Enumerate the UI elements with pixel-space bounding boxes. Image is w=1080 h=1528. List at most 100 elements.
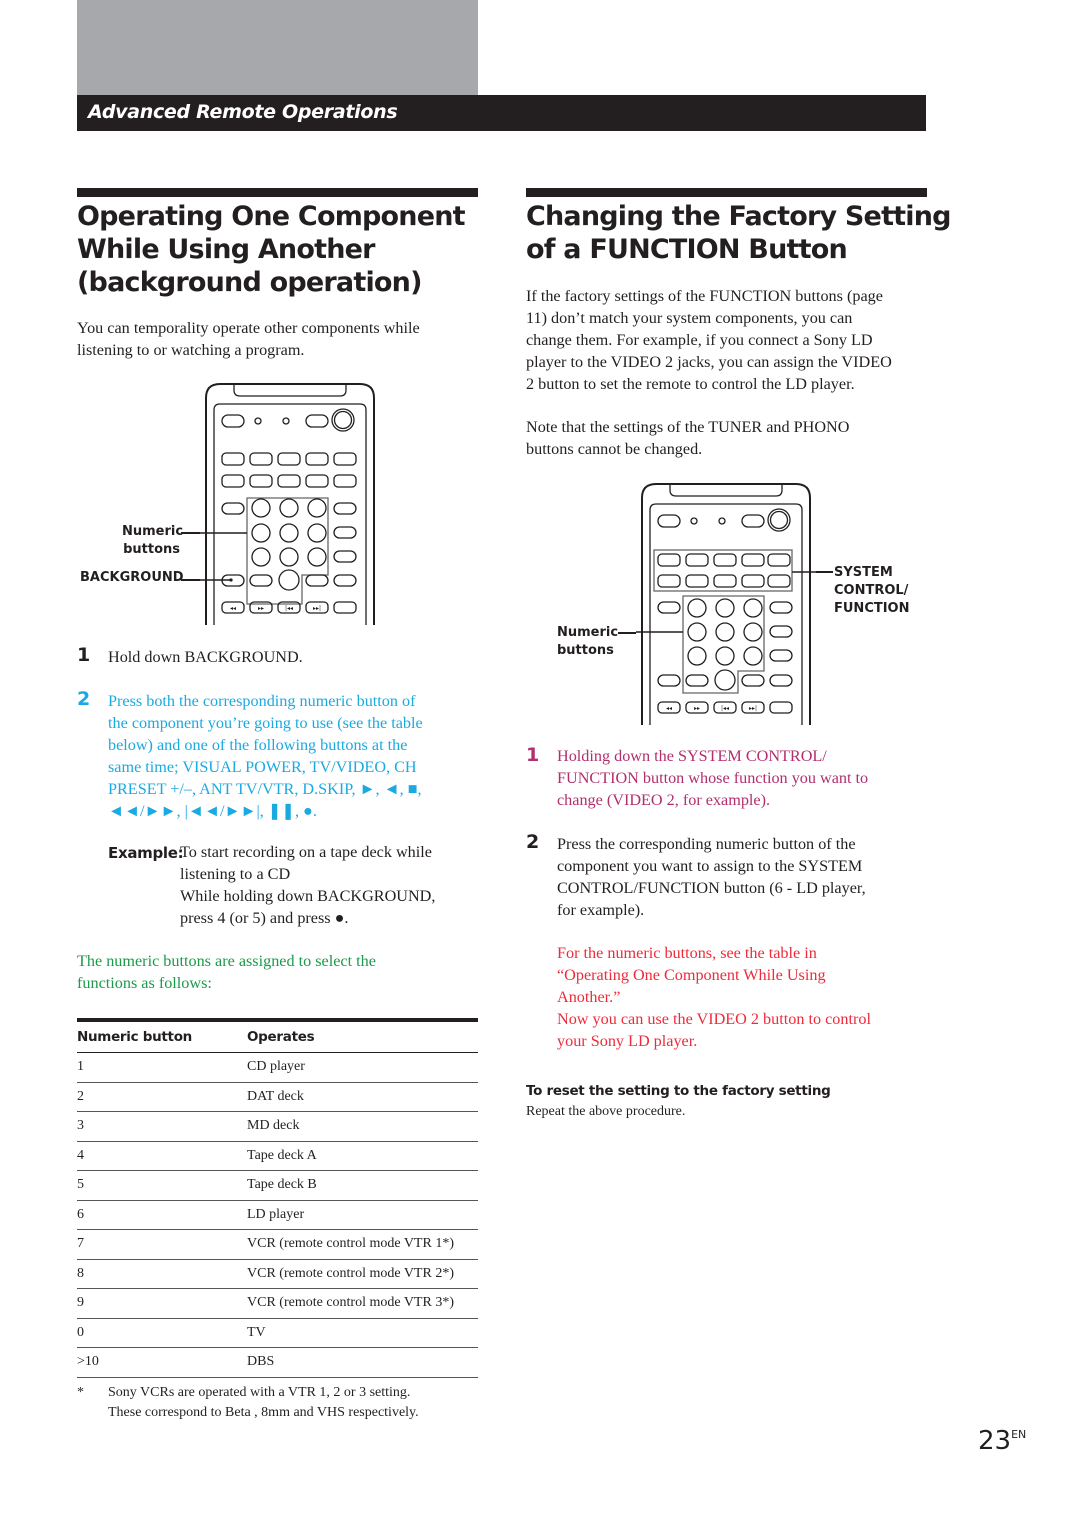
callout-numeric-buttons-right: Numeric buttons xyxy=(557,624,618,660)
text-line: Sony VCRs are operated with a VTR 1, 2 o… xyxy=(108,1385,411,1400)
left-title-rule xyxy=(77,188,478,197)
left-title-line: (background operation) xyxy=(77,267,422,298)
callout-line: Numeric xyxy=(122,524,184,539)
section-header-bar: Advanced Remote Operations xyxy=(77,95,926,131)
svg-text:▸▸: ▸▸ xyxy=(258,605,264,612)
left-title-line: While Using Another xyxy=(77,234,375,265)
callout-line: CONTROL/ xyxy=(834,583,909,598)
cell-numeric-button: 9 xyxy=(77,1288,247,1319)
text-line: You can temporality operate other compon… xyxy=(77,319,420,337)
cell-numeric-button: >10 xyxy=(77,1347,247,1378)
text-line: same time; VISUAL POWER, TV/VIDEO, CH xyxy=(108,758,417,776)
cell-numeric-button: 4 xyxy=(77,1141,247,1171)
leader-line xyxy=(816,571,833,573)
cell-operates: LD player xyxy=(247,1200,478,1230)
text-line: functions as follows: xyxy=(77,974,212,992)
remote-figure-background: ◂◂ ▸▸ |◂◂ ▸▸| xyxy=(200,383,375,625)
table-row: 6 LD player xyxy=(77,1200,478,1230)
column-header: Numeric button xyxy=(77,1018,247,1053)
right-note: For the numeric buttons, see the table i… xyxy=(557,942,871,1052)
right-title: Changing the Factory Setting of a FUNCTI… xyxy=(526,200,951,266)
table-header-row: Numeric button Operates xyxy=(77,1018,478,1053)
text-line: press 4 (or 5) and press ●. xyxy=(180,909,349,927)
remote-figure-system-control: ◂◂ ▸▸ |◂◂ ▸▸| xyxy=(636,483,816,725)
table-row: 9 VCR (remote control mode VTR 3*) xyxy=(77,1288,478,1319)
right-title-line: Changing the Factory Setting xyxy=(526,201,951,232)
callout-system-control-function: SYSTEM CONTROL/ FUNCTION xyxy=(834,564,910,618)
cell-numeric-button: 2 xyxy=(77,1082,247,1112)
text-line: FUNCTION button whose function you want … xyxy=(557,769,869,787)
cell-operates: VCR (remote control mode VTR 3*) xyxy=(247,1288,478,1319)
text-line: for example). xyxy=(557,901,645,919)
text-line: “Operating One Component While Using xyxy=(557,966,826,984)
svg-text:◂◂: ◂◂ xyxy=(666,705,672,712)
right-title-rule xyxy=(526,188,927,197)
table-row: 1 CD player xyxy=(77,1052,478,1083)
callout-line: buttons xyxy=(123,542,180,557)
text-line: CONTROL/FUNCTION button (6 - LD player, xyxy=(557,879,866,897)
leader-line xyxy=(181,532,200,534)
text-line: Now you can use the VIDEO 2 button to co… xyxy=(557,1010,871,1028)
footnote-text: Sony VCRs are operated with a VTR 1, 2 o… xyxy=(108,1383,419,1423)
text-line: change them. For example, if you connect… xyxy=(526,331,873,349)
table-intro: The numeric buttons are assigned to sele… xyxy=(77,950,376,994)
page-number-suffix: EN xyxy=(1011,1428,1027,1441)
right-title-line: of a FUNCTION Button xyxy=(526,234,848,265)
reset-text: Repeat the above procedure. xyxy=(526,1104,686,1119)
numeric-button-table: Numeric button Operates 1 CD player 2 DAT d… xyxy=(77,1018,478,1378)
text-line: your Sony LD player. xyxy=(557,1032,698,1050)
cell-numeric-button: 0 xyxy=(77,1318,247,1348)
table-row: >10 DBS xyxy=(77,1347,478,1378)
right-para-2: Note that the settings of the TUNER and … xyxy=(526,416,849,460)
cell-operates: VCR (remote control mode VTR 1*) xyxy=(247,1229,478,1260)
left-intro: You can temporality operate other compon… xyxy=(77,317,420,361)
svg-text:▸▸|: ▸▸| xyxy=(749,705,757,712)
cell-numeric-button: 3 xyxy=(77,1111,247,1142)
text-line: 11) don’t match your system components, … xyxy=(526,309,853,327)
table-row: 2 DAT deck xyxy=(77,1082,478,1112)
cell-operates: Tape deck B xyxy=(247,1170,478,1201)
callout-line: buttons xyxy=(557,643,614,658)
callout-background: BACKGROUND xyxy=(80,570,184,585)
text-line: below) and one of the following buttons … xyxy=(108,736,408,754)
text-line: listening to a CD xyxy=(180,865,291,883)
svg-text:◂◂: ◂◂ xyxy=(230,605,236,612)
step-2-text: Press both the corresponding numeric but… xyxy=(108,690,423,822)
step-number: 2 xyxy=(526,831,540,853)
left-title-line: Operating One Component xyxy=(77,201,466,232)
text-line: Press both the corresponding numeric but… xyxy=(108,692,416,710)
cell-numeric-button: 6 xyxy=(77,1200,247,1230)
text-line: player to the VIDEO 2 jacks, you can ass… xyxy=(526,353,892,371)
callout-numeric-buttons: Numeric buttons xyxy=(122,523,184,559)
text-line: These correspond to Beta , 8mm and VHS r… xyxy=(108,1405,419,1420)
leader-line xyxy=(181,579,200,581)
text-line: buttons cannot be changed. xyxy=(526,440,703,458)
cell-numeric-button: 5 xyxy=(77,1170,247,1201)
text-line: Another.” xyxy=(557,988,621,1006)
step-number: 2 xyxy=(77,688,91,710)
step-number: 1 xyxy=(77,644,91,666)
section-title: Advanced Remote Operations xyxy=(88,101,398,123)
step-number: 1 xyxy=(526,744,540,766)
cell-operates: CD player xyxy=(247,1052,478,1083)
text-line: The numeric buttons are assigned to sele… xyxy=(77,952,376,970)
footnote-marker: * xyxy=(77,1385,84,1400)
table-row: 8 VCR (remote control mode VTR 2*) xyxy=(77,1259,478,1289)
svg-text:▸▸|: ▸▸| xyxy=(313,605,321,612)
text-line: listening to or watching a program. xyxy=(77,341,305,359)
table-row: 5 Tape deck B xyxy=(77,1170,478,1201)
left-title: Operating One Component While Using Anot… xyxy=(77,200,466,299)
cell-operates: MD deck xyxy=(247,1111,478,1142)
text-line: ◄◄/►►, |◄◄/►►|, ❚❚, ●. xyxy=(108,802,317,820)
svg-text:|◂◂: |◂◂ xyxy=(721,705,729,712)
table-row: 4 Tape deck A xyxy=(77,1141,478,1171)
callout-line: FUNCTION xyxy=(834,601,910,616)
example-text: To start recording on a tape deck while … xyxy=(180,841,435,929)
text-line: Hold down BACKGROUND. xyxy=(108,648,303,666)
text-line: While holding down BACKGROUND, xyxy=(180,887,436,905)
page-number: 23EN xyxy=(978,1426,1026,1456)
text-line: the component you’re going to use (see t… xyxy=(108,714,423,732)
example-label: Example: xyxy=(108,844,184,862)
callout-line: Numeric xyxy=(557,625,619,640)
text-line: PRESET +/–, ANT TV/VTR, D.SKIP, ►, ◄, ■, xyxy=(108,780,422,798)
